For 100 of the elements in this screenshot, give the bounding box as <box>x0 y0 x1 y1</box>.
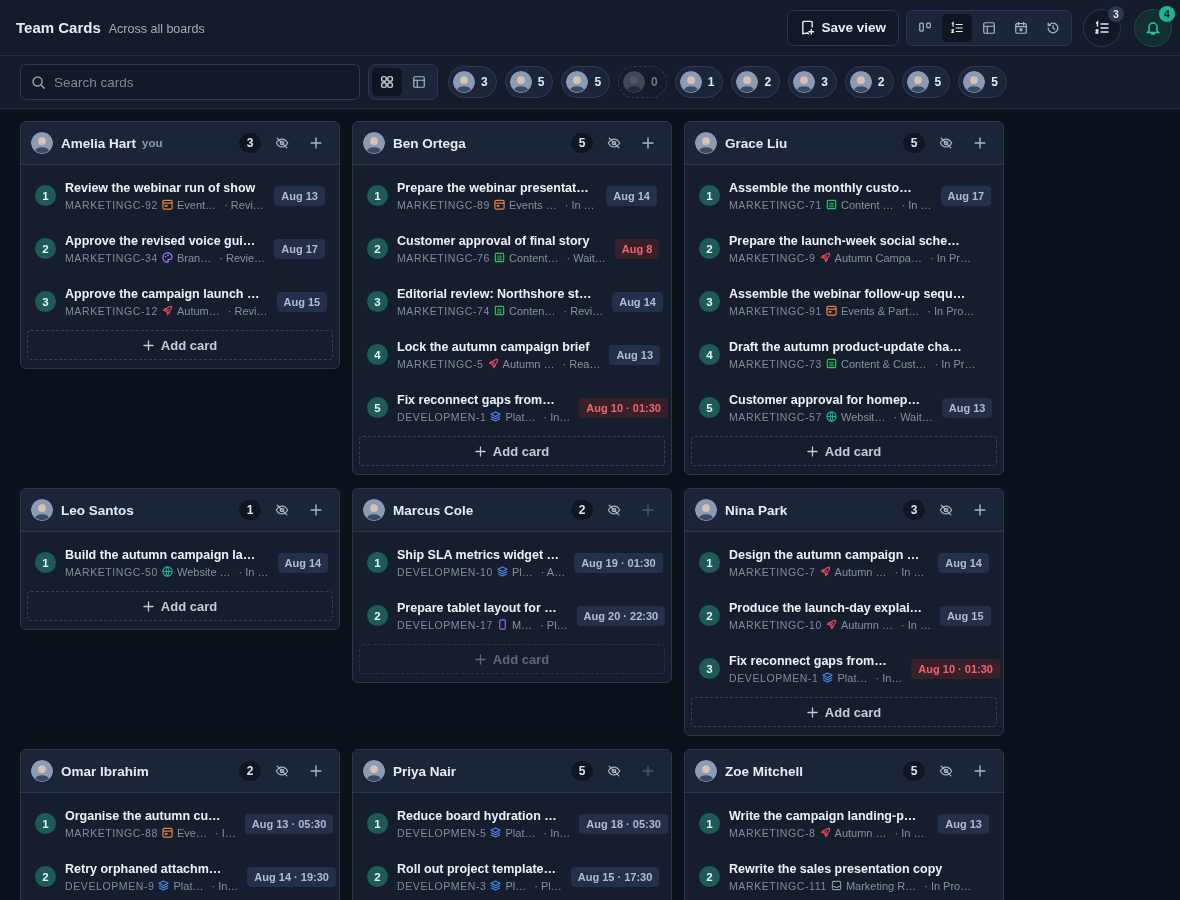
card-count: 2 <box>571 500 593 520</box>
project-name: Marketing R… <box>845 879 917 892</box>
avatar-icon <box>736 71 759 93</box>
add-card-button[interactable]: Add card <box>27 591 333 621</box>
task-row[interactable]: 3 Fix reconnect gaps from… DEVELOPMEN-1 Plat… · In… Aug 10 · 01:30 <box>691 642 997 695</box>
task-row[interactable]: 1 Reduce board hydration … DEVELOPMEN-5 Plat… · In… Aug 18 · 05:30 <box>359 797 665 850</box>
layers-icon <box>490 411 502 422</box>
order-number: 1 <box>367 813 388 834</box>
due-date: Aug 14 <box>612 291 663 312</box>
order-number: 3 <box>367 291 388 312</box>
order-number: 2 <box>367 238 388 259</box>
grid-icon <box>380 75 394 89</box>
task-status: · In Pro… <box>927 304 975 317</box>
project-name: Autumn … <box>834 826 887 839</box>
person-filter-chip[interactable]: 3 <box>788 66 837 98</box>
eye-off-icon <box>275 503 289 517</box>
document-icon <box>826 199 837 210</box>
task-row[interactable]: 2 Prepare tablet layout for … DEVELOPMEN-17 M… · Pl… Aug 20 · 22:30 <box>359 589 665 642</box>
person-filter-chip[interactable]: 1 <box>674 66 724 98</box>
order-number: 3 <box>35 291 56 312</box>
task-row[interactable]: 2 Retry orphaned attachm… DEVELOPMEN-9 Plat… · In… Aug 14 · 19:30 <box>27 850 333 900</box>
person-filter-chip[interactable]: 3 <box>448 66 497 98</box>
order-number: 1 <box>367 552 388 573</box>
plus-icon <box>474 653 486 665</box>
task-row[interactable]: 2 Approve the revised voice gui… MARKETINGC-34 Bran… · Revie… Aug 17 <box>27 222 333 275</box>
task-row[interactable]: 2 Produce the launch-day explai… MARKETINGC-10 Autumn … · In … Aug 15 <box>691 589 997 642</box>
task-key: MARKETINGC-91 <box>729 304 822 317</box>
globe-icon <box>826 411 837 422</box>
task-status: · In… <box>543 410 571 423</box>
task-title: Retry orphaned attachm… <box>65 861 222 876</box>
task-row[interactable]: 1 Ship SLA metrics widget … DEVELOPMEN-10 Pl… · A… Aug 19 · 01:30 <box>359 536 665 589</box>
task-title: Prepare the webinar presentat… <box>397 180 589 195</box>
task-row[interactable]: 1 Organise the autumn cu… MARKETINGC-88 Eve… · I… Aug 13 · 05:30 <box>27 797 333 850</box>
task-status: · Pl… <box>540 618 568 631</box>
plus-icon <box>974 765 986 777</box>
task-key: MARKETINGC-10 <box>729 618 822 631</box>
bookmark-plus-icon <box>800 20 816 35</box>
task-key: MARKETINGC-111 <box>729 879 827 892</box>
task-row[interactable]: 2 Customer approval of final story MARKETINGC-76 Content… · Wait… Aug 8 <box>359 222 665 275</box>
avatar-icon <box>695 132 717 154</box>
task-key: MARKETINGC-71 <box>729 198 822 211</box>
task-title: Approve the campaign launch … <box>65 286 260 301</box>
task-row[interactable]: 1 Review the webinar run of show MARKETINGC-92 Event… · Revi… Aug 13 <box>27 169 333 222</box>
add-card-button[interactable]: Add card <box>691 697 997 727</box>
task-key: MARKETINGC-73 <box>729 357 822 370</box>
task-row[interactable]: 5 Customer approval for homep… MARKETINGC-57 Websit… · Wait… Aug 13 <box>691 381 997 434</box>
task-row[interactable]: 1 Assemble the monthly custo… MARKETINGC-71 Content … · In … Aug 17 <box>691 169 997 222</box>
add-card-button[interactable]: Add card <box>27 330 333 360</box>
task-row[interactable]: 3 Editorial review: Northshore st… MARKETINGC-74 Conten… · Revi… Aug 14 <box>359 275 665 328</box>
tasks-button[interactable]: 3 <box>1083 8 1121 47</box>
task-row[interactable]: 1 Design the autumn campaign … MARKETINGC-7 Autumn … · In … Aug 14 <box>691 536 997 589</box>
person-filter-chip[interactable]: 5 <box>504 66 554 98</box>
person-filter-chip[interactable]: 5 <box>561 66 611 98</box>
notifications-button[interactable]: 4 <box>1134 8 1172 47</box>
task-status: · In Pr… <box>930 251 971 264</box>
task-row[interactable]: 3 Approve the campaign launch … MARKETINGC-12 Autum… · Revi… Aug 15 <box>27 275 333 328</box>
task-title: Lock the autumn campaign brief <box>397 339 590 354</box>
task-row[interactable]: 2 Roll out project template… DEVELOPMEN-3 Pl… · Pl… Aug 15 · 17:30 <box>359 850 665 900</box>
task-row[interactable]: 4 Draft the autumn product-update cha… MARKETINGC-73 Content & Cust… · In Pr… <box>691 328 997 381</box>
due-date: Aug 10 · 01:30 <box>579 397 668 418</box>
due-date: Aug 13 <box>609 344 661 365</box>
card-count: 5 <box>571 133 593 153</box>
search-field[interactable]: Search cards <box>20 64 360 100</box>
card-count: 3 <box>903 500 925 520</box>
task-row[interactable]: 3 Assemble the webinar follow-up sequ… MARKETINGC-91 Events & Part… · In Pro… <box>691 275 997 328</box>
task-row[interactable]: 5 Fix reconnect gaps from… DEVELOPMEN-1 Plat… · In… Aug 10 · 01:30 <box>359 381 665 434</box>
order-number: 1 <box>699 185 720 206</box>
due-date: Aug 13 <box>938 813 989 834</box>
person-filter-chip[interactable]: 2 <box>731 66 781 98</box>
person-filter-chip[interactable]: 5 <box>901 66 951 98</box>
due-date: Aug 13 <box>274 185 325 206</box>
task-row[interactable]: 2 Rewrite the sales presentation copy MARKETINGC-111 Marketing R… · In Pro… <box>691 850 997 900</box>
person-filter-chip[interactable]: 5 <box>958 66 1007 98</box>
save-view-button[interactable]: Save view <box>787 9 899 46</box>
calendar-icon <box>826 305 837 316</box>
person-filter-chip[interactable]: 2 <box>844 66 894 98</box>
order-number: 2 <box>35 866 56 887</box>
view-tab[interactable] <box>942 13 972 42</box>
rocket-icon <box>162 305 173 316</box>
due-date: Aug 17 <box>274 238 325 259</box>
task-status: · In Pro… <box>924 879 972 892</box>
task-row[interactable]: 1 Prepare the webinar presentat… MARKETINGC-89 Events … · In … Aug 14 <box>359 169 665 222</box>
task-row[interactable]: 1 Write the campaign landing-p… MARKETINGC-8 Autumn … · In … Aug 13 <box>691 797 997 850</box>
order-number: 2 <box>699 866 720 887</box>
task-title: Produce the launch-day explai… <box>729 600 923 615</box>
task-row[interactable]: 2 Prepare the launch-week social sche… MARKETINGC-9 Autumn Campa… · In Pr… <box>691 222 997 275</box>
columns-icon <box>918 20 932 35</box>
add-card-button[interactable]: Add card <box>691 436 997 466</box>
layout-tab[interactable] <box>372 68 402 96</box>
project-name: Events & Part… <box>841 304 920 317</box>
project-name: Content… <box>509 251 559 264</box>
order-number: 2 <box>367 866 388 887</box>
add-card-button[interactable]: Add card <box>359 436 665 466</box>
task-row[interactable]: 1 Build the autumn campaign la… MARKETINGC-50 Website … · In … Aug 14 <box>27 536 333 589</box>
eye-off-icon <box>939 503 953 517</box>
task-key: DEVELOPMEN-9 <box>65 879 155 892</box>
order-number: 3 <box>699 291 720 312</box>
person-name: Amelia Hart <box>61 135 137 151</box>
order-number: 2 <box>699 238 720 259</box>
task-row[interactable]: 4 Lock the autumn campaign brief MARKETINGC-5 Autumn … · Rea… Aug 13 <box>359 328 665 381</box>
